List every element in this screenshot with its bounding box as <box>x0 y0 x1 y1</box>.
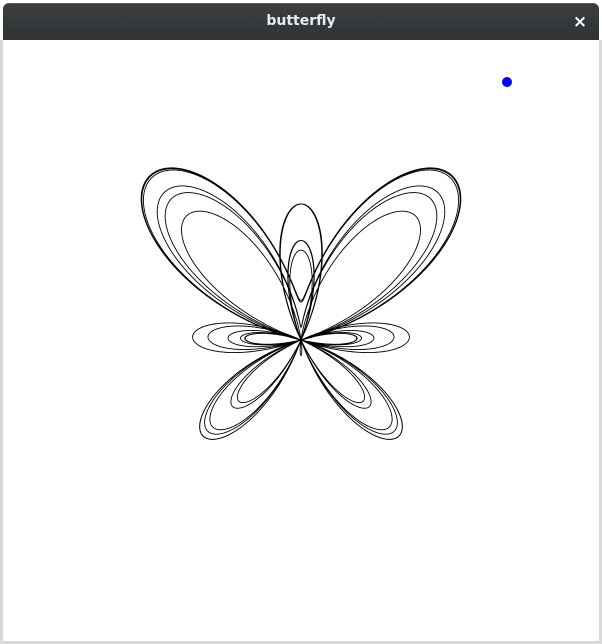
butterfly-window: butterfly × <box>0 0 602 644</box>
window-title: butterfly <box>266 13 336 29</box>
butterfly-drawing <box>140 77 512 440</box>
close-icon[interactable]: × <box>569 11 591 33</box>
butterfly-curve <box>140 167 462 440</box>
pen-position-marker <box>502 77 512 87</box>
title-bar[interactable]: butterfly × <box>3 3 599 40</box>
drawing-canvas <box>3 40 599 641</box>
